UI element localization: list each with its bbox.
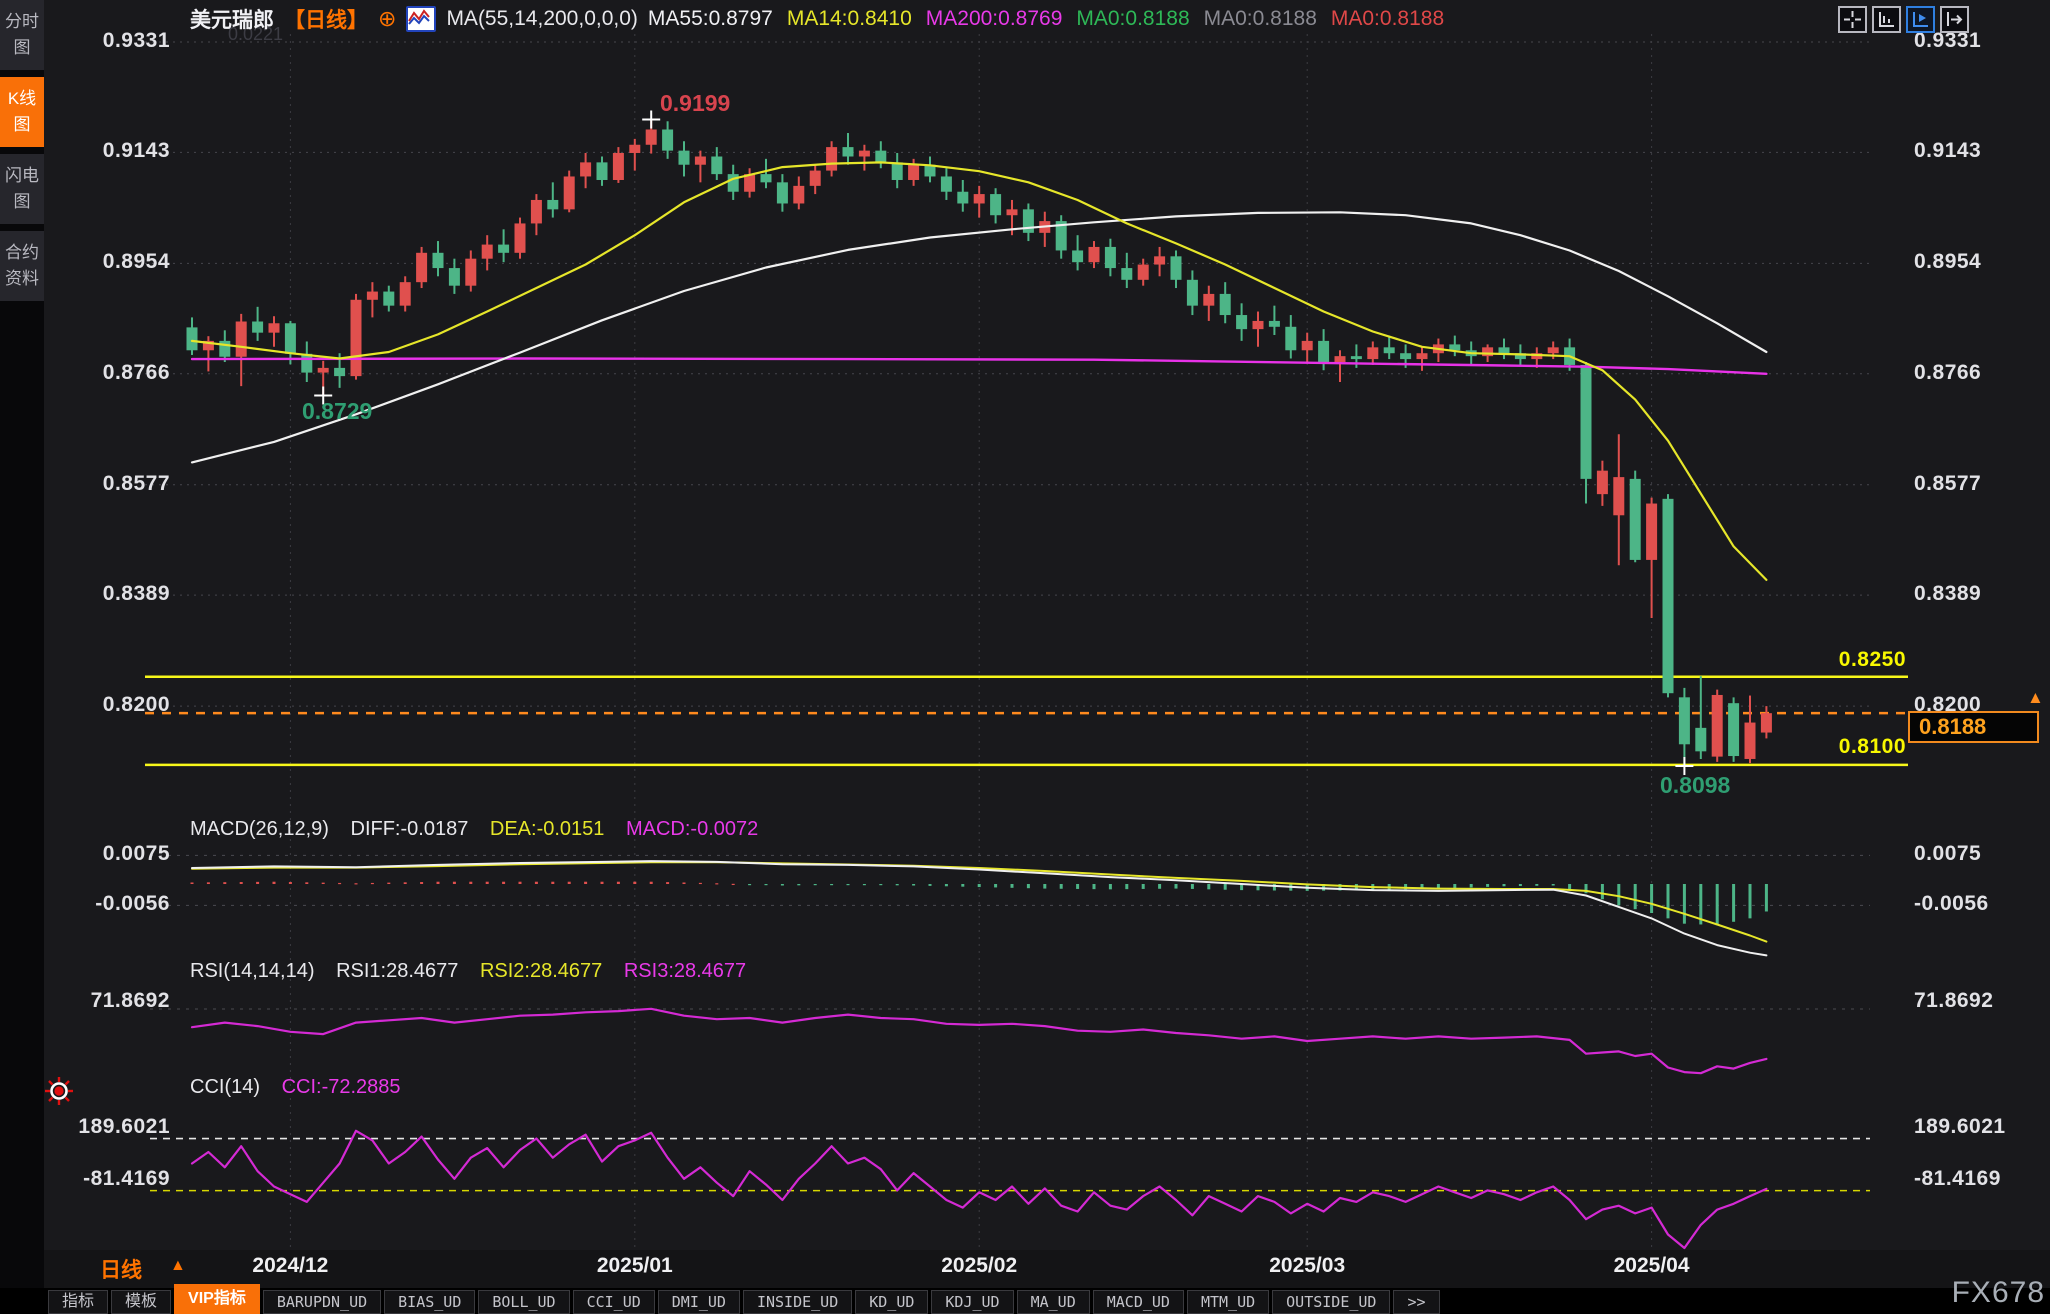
axis-scale-icon[interactable] <box>1872 6 1901 33</box>
rsi-tick-right-0: 71.8692 <box>1914 989 2044 1013</box>
price-up-arrow-icon: ▲ <box>2027 688 2044 708</box>
macd-macd-value: MACD:-0.0072 <box>626 818 758 840</box>
indicator-chart-icon[interactable] <box>406 6 436 32</box>
rsi-panel-header: RSI(14,14,14) RSI1:28.4677 RSI2:28.4677 … <box>190 960 762 983</box>
annotation-low-apr: 0.8098 <box>1660 772 1730 799</box>
tab-DMI_UD[interactable]: DMI_UD <box>658 1290 740 1314</box>
tab-KD_UD[interactable]: KD_UD <box>855 1290 928 1314</box>
rsi3-value: RSI3:28.4677 <box>624 960 746 982</box>
sidebar-item-1[interactable]: K线图 <box>0 77 44 147</box>
macd-diff-value: DIFF:-0.0187 <box>351 818 469 840</box>
macd-tick-right-1: -0.0056 <box>1914 892 2044 916</box>
resistance-level-label: 0.8250 <box>1756 648 1906 672</box>
tab-BOLL_UD[interactable]: BOLL_UD <box>478 1290 569 1314</box>
tab-[interactable]: 指标 <box>48 1290 108 1314</box>
indicator-tab-bar: 指标模板VIP指标BARUPDN_UDBIAS_UDBOLL_UDCCI_UDD… <box>0 1288 2050 1314</box>
circle-plus-icon[interactable]: ⊕ <box>378 6 396 32</box>
cci-value: CCI:-72.2885 <box>282 1076 401 1098</box>
trading-terminal: { "window": { "watermark": "FX678" }, "s… <box>0 0 2050 1314</box>
annotation-high: 0.9199 <box>660 90 730 117</box>
left-sidebar: 分时图 K线图闪电图合约资料 <box>0 0 44 1314</box>
ma-value-1: MA14:0.8410 <box>787 7 912 30</box>
ma-value-4: MA0:0.8188 <box>1204 7 1317 30</box>
tab-MACD_UD[interactable]: MACD_UD <box>1093 1290 1184 1314</box>
period-dropdown[interactable]: 日线 <box>100 1254 142 1284</box>
date-tick-4: 2025/04 <box>1582 1254 1722 1278</box>
tab-[interactable]: 模板 <box>111 1290 171 1314</box>
tab-MTM_UD[interactable]: MTM_UD <box>1187 1290 1269 1314</box>
cci-tick-right-0: 189.6021 <box>1914 1115 2044 1139</box>
tab-MA_UD[interactable]: MA_UD <box>1017 1290 1090 1314</box>
tab-BARUPDN_UD[interactable]: BARUPDN_UD <box>263 1290 381 1314</box>
ma-formula: MA(55,14,200,0,0,0) <box>446 7 637 31</box>
ma-values: MA55:0.8797 MA14:0.8410 MA200:0.8769 MA0:0.… <box>648 7 1458 31</box>
macd-tick-right-0: 0.0075 <box>1914 842 2044 866</box>
price-tick-right-4: 0.8577 <box>1914 472 2044 496</box>
macd-dea-value: DEA:-0.0151 <box>490 818 605 840</box>
ma-value-0: MA55:0.8797 <box>648 7 773 30</box>
chart-toolbar <box>1838 6 1969 33</box>
rsi2-value: RSI2:28.4677 <box>480 960 602 982</box>
main-chart-canvas[interactable] <box>0 0 2050 1314</box>
date-tick-2: 2025/02 <box>909 1254 1049 1278</box>
alert-burst-icon <box>44 1076 74 1111</box>
cci-panel-header: CCI(14) CCI:-72.2885 <box>190 1076 417 1099</box>
ma-value-2: MA200:0.8769 <box>926 7 1063 30</box>
cci-title: CCI(14) <box>190 1076 260 1098</box>
price-tick-right-3: 0.8766 <box>1914 361 2044 385</box>
brand-watermark: FX678 <box>1925 1276 2045 1310</box>
tab-CCI_UD[interactable]: CCI_UD <box>573 1290 655 1314</box>
pointer-chart-icon[interactable] <box>1906 6 1935 33</box>
pane-shift-icon[interactable] <box>1940 6 1969 33</box>
tab-OUTSIDE_UD[interactable]: OUTSIDE_UD <box>1272 1290 1390 1314</box>
annotation-low-dec: 0.8729 <box>302 398 372 425</box>
support-level-label: 0.8100 <box>1756 735 1906 759</box>
rsi1-value: RSI1:28.4677 <box>336 960 458 982</box>
chart-header: 美元瑞郎 【日线】 ⊕ MA(55,14,200,0,0,0) MA55:0.8… <box>190 5 1458 33</box>
ma-value-5: MA0:0.8188 <box>1331 7 1444 30</box>
tab-BIAS_UD[interactable]: BIAS_UD <box>384 1290 475 1314</box>
macd-title: MACD(26,12,9) <box>190 818 329 840</box>
price-tick-right-5: 0.8389 <box>1914 582 2044 606</box>
tab-KDJ_UD[interactable]: KDJ_UD <box>931 1290 1013 1314</box>
last-price-box: 0.8188 <box>1908 711 2039 743</box>
move-crosshair-icon[interactable] <box>1838 6 1867 33</box>
date-tick-0: 2024/12 <box>220 1254 360 1278</box>
period-tag: 【日线】 <box>284 4 368 34</box>
tab-INSIDE_UD[interactable]: INSIDE_UD <box>743 1290 852 1314</box>
date-axis: 日线 ▲ 2024/12 2025/01 2025/02 2025/03 2025/04 <box>0 1250 2050 1288</box>
macd-panel-header: MACD(26,12,9) DIFF:-0.0187 DEA:-0.0151 M… <box>190 818 774 841</box>
price-tick-right-1: 0.9143 <box>1914 139 2044 163</box>
sidebar-item-2[interactable]: 闪电图 <box>0 154 44 224</box>
date-tick-3: 2025/03 <box>1237 1254 1377 1278</box>
sidebar-item-3[interactable]: 合约资料 <box>0 231 44 301</box>
sidebar-item-0[interactable]: 分时图 <box>0 0 44 70</box>
cci-tick-right-1: -81.4169 <box>1914 1167 2044 1191</box>
chevron-up-icon[interactable]: ▲ <box>170 1257 186 1275</box>
tab-[interactable]: >> <box>1393 1290 1439 1314</box>
date-tick-1: 2025/01 <box>565 1254 705 1278</box>
rsi-title: RSI(14,14,14) <box>190 960 315 982</box>
ma-value-3: MA0:0.8188 <box>1076 7 1189 30</box>
price-tick-right-2: 0.8954 <box>1914 250 2044 274</box>
symbol-title: 美元瑞郎 <box>190 4 274 34</box>
tab-VIP[interactable]: VIP指标 <box>174 1284 260 1314</box>
